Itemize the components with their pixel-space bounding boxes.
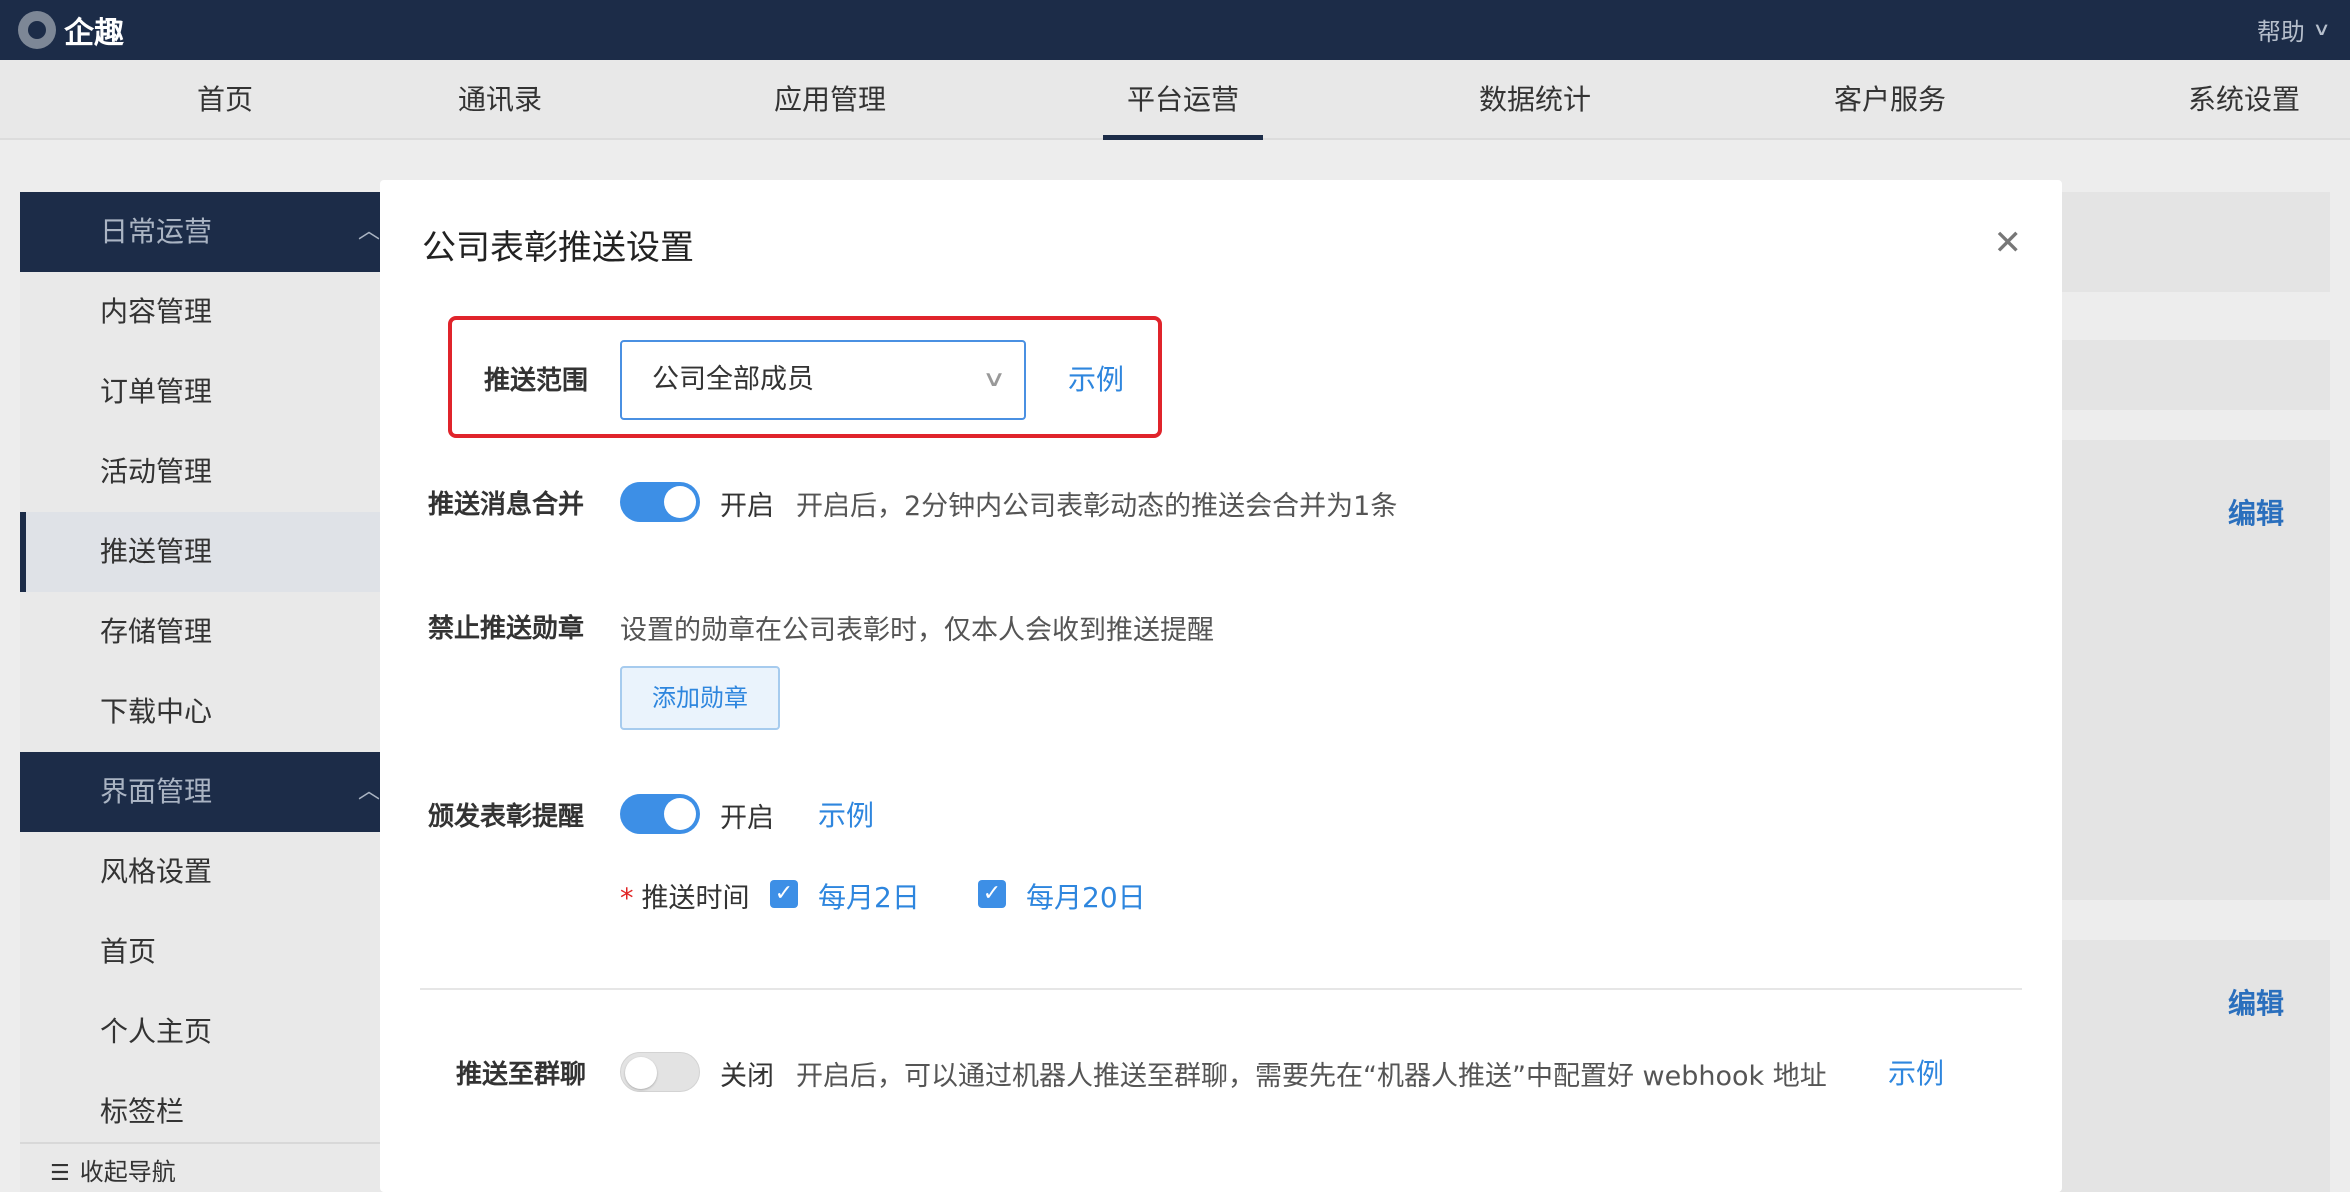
merge-messages-toggle[interactable]: [620, 482, 700, 522]
push-scope-example-link[interactable]: 示例: [1068, 358, 1124, 398]
bg-card-2: [2060, 940, 2330, 1192]
sidebar-item-homepage[interactable]: 首页: [20, 912, 390, 992]
help-label: 帮助: [2256, 18, 2305, 46]
collapse-nav-label: 收起导航: [79, 1158, 176, 1186]
checkbox-day-20[interactable]: ✓: [978, 880, 1006, 908]
award-reminder-toggle[interactable]: [620, 794, 700, 834]
push-time-label: * 推送时间: [620, 876, 750, 915]
nav-app-management[interactable]: 应用管理: [760, 60, 900, 140]
sidebar-group-daily-operation[interactable]: 日常运营 ︿: [20, 192, 390, 272]
bg-edit-link-1[interactable]: 编辑: [2228, 492, 2284, 532]
group-chat-example-link[interactable]: 示例: [1888, 1052, 1944, 1092]
toggle-knob: [664, 798, 696, 830]
forbid-medal-label: 禁止推送勋章: [428, 614, 585, 644]
merge-messages-description: 开启后，2分钟内公司表彰动态的推送会合并为1条: [796, 491, 1398, 522]
sidebar-item-profile-page[interactable]: 个人主页: [20, 992, 390, 1072]
nav-system-settings[interactable]: 系统设置: [2174, 60, 2314, 140]
sidebar-item-push[interactable]: 推送管理: [20, 512, 390, 592]
sidebar-item-activities[interactable]: 活动管理: [20, 432, 390, 512]
chevron-down-icon: ∨: [981, 367, 1007, 392]
logo-icon: [18, 11, 56, 49]
forbid-medal-description: 设置的勋章在公司表彰时，仅本人会收到推送提醒: [620, 615, 1214, 646]
bg-tab-strip: [2060, 340, 2330, 410]
sidebar: 日常运营 ︿ 内容管理 订单管理 活动管理 推送管理 存储管理 下载中心 界面管…: [20, 192, 390, 1192]
sidebar-item-storage[interactable]: 存储管理: [20, 592, 390, 672]
nav-data-statistics[interactable]: 数据统计: [1465, 60, 1605, 140]
checkmark-icon: ✓: [774, 881, 794, 906]
group-chat-description: 开启后，可以通过机器人推送至群聊，需要先在“机器人推送”中配置好 webhook…: [796, 1061, 1827, 1092]
sidebar-item-style[interactable]: 风格设置: [20, 832, 390, 912]
section-divider: [420, 988, 2022, 990]
award-reminder-label: 颁发表彰提醒: [428, 802, 585, 832]
group-chat-toggle[interactable]: [620, 1052, 700, 1092]
bg-edit-link-2[interactable]: 编辑: [2228, 982, 2284, 1022]
push-scope-label: 推送范围: [484, 366, 589, 396]
nav-customer-service[interactable]: 客户服务: [1820, 60, 1960, 140]
chevron-up-icon: ︿: [357, 779, 380, 804]
menu-fold-icon: ☰: [50, 1161, 70, 1186]
required-marker: *: [620, 883, 634, 914]
sidebar-item-tabbar[interactable]: 标签栏: [20, 1072, 390, 1152]
sidebar-group-label: 界面管理: [100, 775, 213, 808]
merge-messages-label: 推送消息合并: [428, 490, 585, 520]
group-chat-state: 关闭: [720, 1061, 774, 1092]
push-scope-value: 公司全部成员: [652, 364, 814, 395]
push-settings-dialog: 公司表彰推送设置 ✕ 推送范围 公司全部成员 ∨ 示例 推送消息合并 开启 开启…: [380, 180, 2062, 1192]
add-medal-button[interactable]: 添加勋章: [620, 666, 780, 730]
close-icon[interactable]: ✕: [1994, 226, 2023, 260]
checkbox-day-2-label[interactable]: 每月2日: [818, 876, 920, 916]
nav-contacts[interactable]: 通讯录: [440, 60, 560, 140]
sidebar-item-orders[interactable]: 订单管理: [20, 352, 390, 432]
app-logo[interactable]: 企趣: [18, 8, 124, 52]
sidebar-item-downloads[interactable]: 下载中心: [20, 672, 390, 752]
bg-card-1: [2060, 440, 2330, 900]
push-scope-select[interactable]: 公司全部成员 ∨: [620, 340, 1026, 420]
toggle-knob: [664, 486, 696, 518]
dialog-title: 公司表彰推送设置: [422, 228, 694, 268]
award-reminder-state: 开启: [720, 803, 774, 834]
sidebar-group-label: 日常运营: [100, 215, 213, 248]
checkmark-icon: ✓: [982, 881, 1002, 906]
collapse-nav-button[interactable]: ☰ 收起导航: [20, 1142, 390, 1192]
checkbox-day-2[interactable]: ✓: [770, 880, 798, 908]
push-time-text: 推送时间: [641, 883, 750, 914]
top-bar: 企趣 帮助 ∨: [0, 0, 2350, 60]
award-reminder-example-link[interactable]: 示例: [818, 794, 874, 834]
main-nav: 首页 通讯录 应用管理 平台运营 数据统计 客户服务 系统设置: [0, 60, 2350, 140]
sidebar-item-content[interactable]: 内容管理: [20, 272, 390, 352]
app-name: 企趣: [64, 16, 124, 51]
help-menu[interactable]: 帮助 ∨: [2256, 12, 2331, 47]
chevron-up-icon: ︿: [357, 219, 380, 244]
bg-header-panel: [2060, 192, 2330, 292]
checkbox-day-20-label[interactable]: 每月20日: [1026, 876, 1146, 916]
group-chat-label: 推送至群聊: [456, 1060, 587, 1090]
nav-home[interactable]: 首页: [180, 60, 270, 140]
sidebar-group-ui-management[interactable]: 界面管理 ︿: [20, 752, 390, 832]
chevron-down-icon: ∨: [2312, 19, 2331, 40]
nav-platform-operation[interactable]: 平台运营: [1103, 60, 1263, 140]
merge-messages-state: 开启: [720, 491, 774, 522]
toggle-knob: [625, 1057, 657, 1089]
